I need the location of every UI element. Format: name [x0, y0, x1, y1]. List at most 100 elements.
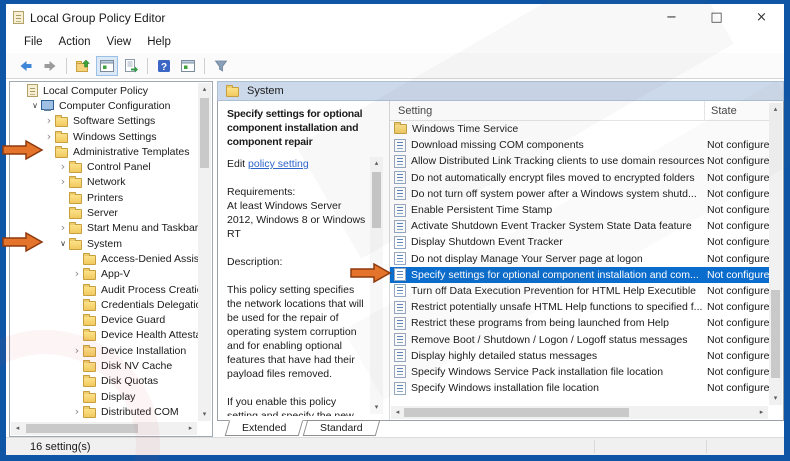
help-icon[interactable]: ? — [153, 56, 175, 76]
policy-icon — [394, 349, 406, 363]
scroll-up-icon[interactable]: ▴ — [769, 103, 782, 116]
scroll-down-icon[interactable]: ▾ — [370, 401, 383, 414]
tree-item-server[interactable]: Server — [10, 205, 198, 220]
tree-chevron-icon[interactable]: › — [71, 268, 83, 279]
tab-extended[interactable]: Extended — [224, 420, 304, 436]
scroll-down-icon[interactable]: ▾ — [769, 392, 782, 405]
tree-item-access-denied-assista[interactable]: Access-Denied Assista — [10, 251, 198, 266]
status-divider — [594, 440, 595, 453]
tree-item-windows-settings[interactable]: › Windows Settings — [10, 129, 198, 144]
tree-chevron-icon[interactable]: › — [57, 222, 69, 233]
menu-view[interactable]: View — [99, 33, 140, 51]
tree-chevron-icon[interactable]: ∨ — [29, 101, 41, 111]
tree-item-control-panel[interactable]: › Control Panel — [10, 159, 198, 174]
tree-item-printers[interactable]: Printers — [10, 190, 198, 205]
tree-chevron-icon[interactable]: ∨ — [57, 239, 69, 249]
tree-item-disk-nv-cache[interactable]: Disk NV Cache — [10, 358, 198, 373]
setting-row[interactable]: Windows Time Service — [390, 121, 769, 137]
tree-item-administrative-templates[interactable]: Administrative Templates — [10, 144, 198, 159]
folder-icon — [55, 145, 68, 158]
console-tree-pane: Local Computer Policy ∨ Computer Configu… — [9, 81, 213, 437]
scroll-left-icon[interactable]: ◂ — [391, 406, 404, 419]
scrollbar-thumb[interactable] — [771, 289, 780, 379]
show-console-tree-icon[interactable] — [96, 55, 118, 76]
setting-row[interactable]: Specify Windows installation file locati… — [390, 380, 769, 396]
setting-row[interactable]: Turn off Data Execution Prevention for H… — [390, 283, 769, 299]
tab-standard[interactable]: Standard — [303, 420, 381, 436]
tree-item-audit-process-creation[interactable]: Audit Process Creation — [10, 282, 198, 297]
tree-item-network[interactable]: › Network — [10, 175, 198, 190]
tree-item-distributed-com[interactable]: › Distributed COM — [10, 404, 198, 419]
scrollbar-thumb[interactable] — [404, 408, 629, 417]
tree-item-local-computer-policy[interactable]: Local Computer Policy — [10, 83, 198, 98]
tree-chevron-icon[interactable]: › — [57, 176, 69, 187]
policy-icon — [394, 381, 406, 395]
scroll-right-icon[interactable]: ▸ — [755, 406, 768, 419]
tree-item-disk-quotas[interactable]: Disk Quotas — [10, 374, 198, 389]
tree-item-start-menu-and-taskbar[interactable]: › Start Menu and Taskbar — [10, 221, 198, 236]
folder-icon — [83, 344, 96, 357]
setting-row-selected[interactable]: Specify settings for optional component … — [390, 266, 769, 283]
tree-item-credentials-delegation[interactable]: Credentials Delegation — [10, 297, 198, 312]
tree-item-computer-configuration[interactable]: ∨ Computer Configuration — [10, 98, 198, 113]
minimize-button[interactable]: − — [649, 4, 694, 31]
tree-chevron-icon[interactable]: › — [71, 345, 83, 356]
close-button[interactable]: × — [739, 4, 784, 31]
maximize-button[interactable]: □ — [694, 4, 739, 31]
folder-icon — [83, 252, 96, 265]
show-action-pane-icon[interactable] — [177, 56, 199, 76]
setting-row[interactable]: Remove Boot / Shutdown / Logon / Logoff … — [390, 331, 769, 347]
setting-row[interactable]: Restrict these programs from being launc… — [390, 315, 769, 331]
filter-icon[interactable] — [210, 56, 232, 76]
back-icon[interactable] — [15, 56, 37, 76]
setting-row[interactable]: Do not turn off system power after a Win… — [390, 186, 769, 202]
setting-row[interactable]: Display highly detailed status messages … — [390, 348, 769, 364]
folder-icon — [69, 207, 82, 220]
tree-item-app-v[interactable]: › App-V — [10, 267, 198, 282]
tree-chevron-icon[interactable]: › — [43, 115, 55, 126]
scroll-left-icon[interactable]: ◂ — [11, 422, 24, 435]
tree-item-device-installation[interactable]: › Device Installation — [10, 343, 198, 358]
tree-item-display[interactable]: Display — [10, 389, 198, 404]
setting-row[interactable]: Do not automatically encrypt files moved… — [390, 170, 769, 186]
scroll-right-icon[interactable]: ▸ — [184, 422, 197, 435]
tree-item-system[interactable]: ∨ System — [10, 236, 198, 251]
setting-row[interactable]: Download missing COM components Not conf… — [390, 137, 769, 153]
result-pane: System Specify settings for optional com… — [217, 81, 784, 437]
edit-policy-setting-link[interactable]: policy setting — [248, 158, 309, 170]
scrollbar-thumb[interactable] — [200, 98, 209, 168]
setting-row[interactable]: Allow Distributed Link Tracking clients … — [390, 153, 769, 169]
setting-row[interactable]: Do not display Manage Your Server page a… — [390, 251, 769, 267]
tree-item-device-guard[interactable]: Device Guard — [10, 312, 198, 327]
folder-icon — [69, 161, 82, 174]
folder-icon — [226, 85, 239, 97]
tree-chevron-icon[interactable]: › — [71, 406, 83, 417]
setting-row[interactable]: Specify Windows Service Pack installatio… — [390, 364, 769, 380]
scrollbar-thumb[interactable] — [26, 424, 138, 433]
scroll-up-icon[interactable]: ▴ — [198, 83, 211, 96]
tree-chevron-icon[interactable]: › — [57, 161, 69, 172]
setting-row[interactable]: Display Shutdown Event Tracker Not confi… — [390, 234, 769, 250]
column-header-state[interactable]: State — [705, 101, 769, 120]
setting-row[interactable]: Restrict potentially unsafe HTML Help fu… — [390, 299, 769, 315]
scroll-down-icon[interactable]: ▾ — [198, 408, 211, 421]
column-header-setting[interactable]: Setting — [390, 101, 705, 120]
setting-row[interactable]: Activate Shutdown Event Tracker System S… — [390, 218, 769, 234]
export-list-icon[interactable] — [120, 56, 142, 76]
menu-help[interactable]: Help — [139, 33, 179, 51]
policy-icon — [394, 154, 406, 168]
scroll-up-icon[interactable]: ▴ — [370, 157, 383, 170]
tree-item-software-settings[interactable]: › Software Settings — [10, 114, 198, 129]
tree-chevron-icon[interactable]: › — [43, 131, 55, 142]
list-horizontal-scrollbar: ◂ ▸ — [391, 406, 768, 419]
tree-horizontal-scrollbar: ◂ ▸ — [11, 422, 197, 435]
setting-row[interactable]: Enable Persistent Time Stamp Not configu… — [390, 202, 769, 218]
menu-action[interactable]: Action — [51, 33, 99, 51]
description-scrollbar: ▴ ▾ — [370, 157, 383, 414]
up-one-level-icon[interactable] — [72, 56, 94, 76]
tree-item-device-health-attestat[interactable]: Device Health Attestat — [10, 328, 198, 343]
menu-file[interactable]: File — [16, 33, 51, 51]
settings-list-pane: Setting State Windows Time Service Downl… — [390, 101, 783, 420]
forward-icon[interactable] — [39, 56, 61, 76]
scrollbar-thumb[interactable] — [372, 172, 381, 228]
